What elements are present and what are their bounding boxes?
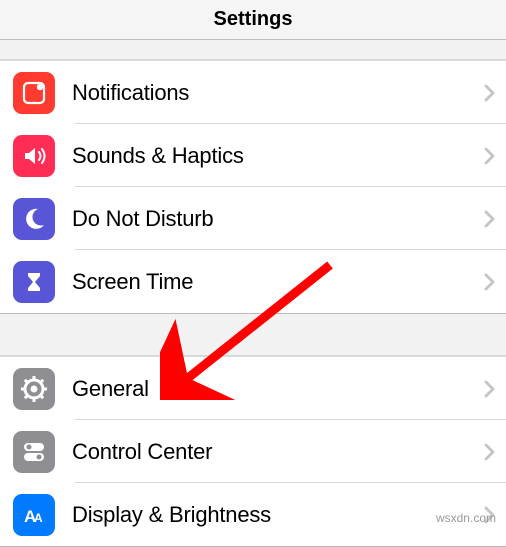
notifications-icon [13,72,55,114]
chevron-right-icon [484,210,496,228]
gear-icon [13,368,55,410]
chevron-right-icon [484,273,496,291]
chevron-right-icon [484,443,496,461]
chevron-right-icon [484,84,496,102]
hourglass-icon [13,261,55,303]
text-size-icon: AA [13,494,55,536]
sounds-icon [13,135,55,177]
svg-text:A: A [34,511,43,525]
section-spacer [0,40,506,60]
page-title: Settings [214,8,293,31]
watermark: wsxdn.com [436,511,496,525]
settings-row-screen-time[interactable]: Screen Time [0,250,506,313]
switches-icon [13,431,55,473]
settings-section-2: General Control Center AA Display & Brig… [0,356,506,547]
section-spacer [0,314,506,356]
chevron-right-icon [484,380,496,398]
settings-row-dnd[interactable]: Do Not Disturb [0,187,506,250]
settings-row-control-center[interactable]: Control Center [0,420,506,483]
row-label: Do Not Disturb [72,206,484,232]
settings-row-sounds[interactable]: Sounds & Haptics [0,124,506,187]
row-label: Display & Brightness [72,502,484,528]
row-label: Notifications [72,80,484,106]
row-label: Screen Time [72,269,484,295]
row-label: General [72,376,484,402]
row-label: Control Center [72,439,484,465]
chevron-right-icon [484,147,496,165]
settings-row-display[interactable]: AA Display & Brightness [0,483,506,546]
header: Settings [0,0,506,40]
settings-row-notifications[interactable]: Notifications [0,61,506,124]
moon-icon [13,198,55,240]
row-label: Sounds & Haptics [72,143,484,169]
settings-section-1: Notifications Sounds & Haptics Do Not Di… [0,60,506,314]
settings-row-general[interactable]: General [0,357,506,420]
